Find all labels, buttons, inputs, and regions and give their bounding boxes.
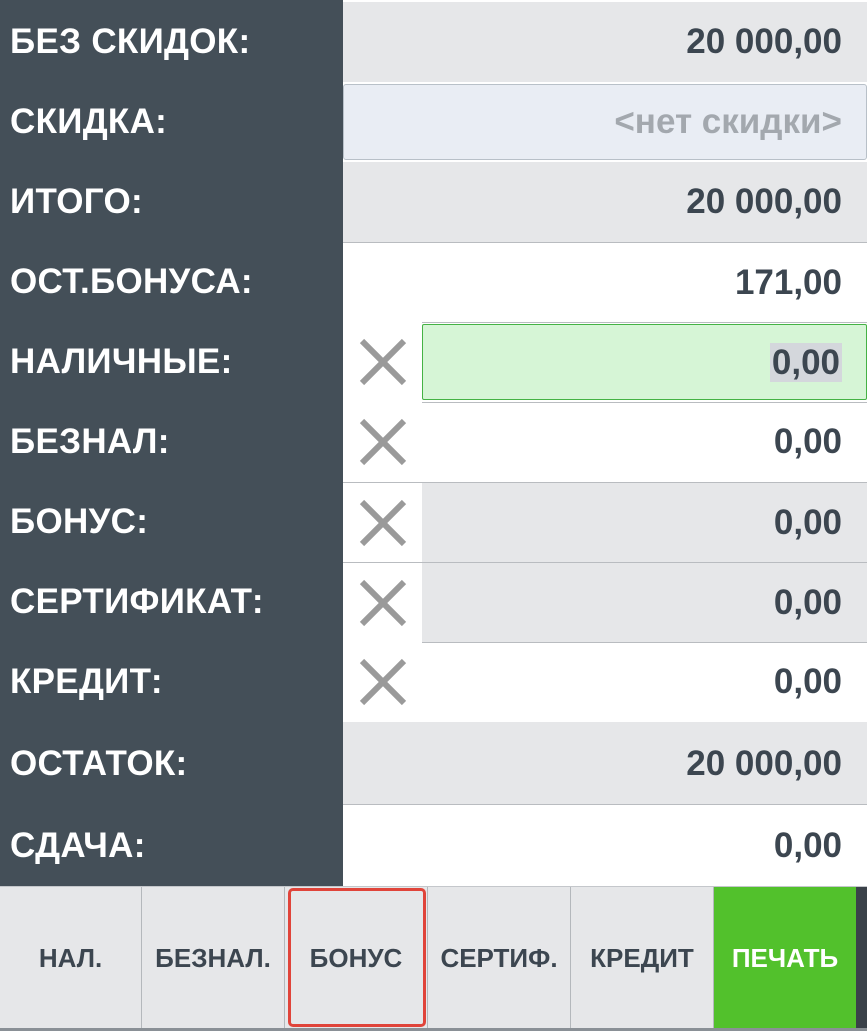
bonus-amount-field[interactable]: 0,00 xyxy=(422,482,867,562)
total-label: ИТОГО: xyxy=(10,182,143,221)
bonus-clear-button[interactable] xyxy=(343,482,422,563)
bonus-label: БОНУС: xyxy=(10,502,149,541)
certificate-clear-button[interactable] xyxy=(343,562,422,643)
noncash-clear-button[interactable] xyxy=(343,402,422,482)
total-row: 20 000,00 ИТОГО: xyxy=(0,162,867,242)
discount-label: СКИДКА: xyxy=(10,102,168,141)
cash-clear-button[interactable] xyxy=(343,322,422,402)
discount-row: СКИДКА: <нет скидки> xyxy=(0,82,867,162)
subtotal-value: 20 000,00 xyxy=(343,2,867,82)
credit-amount-field[interactable]: 0,00 xyxy=(422,642,867,722)
certificate-amount-field[interactable]: 0,00 xyxy=(422,562,867,642)
close-icon xyxy=(359,658,407,706)
noncash-amount-field[interactable]: 0,00 xyxy=(422,402,867,482)
credit-row: КРЕДИТ: 0,00 xyxy=(0,642,867,722)
certificate-label: СЕРТИФИКАТ: xyxy=(10,582,264,621)
tab-noncash[interactable]: БЕЗНАЛ. xyxy=(142,887,285,1030)
subtotal-row: 20 000,00 БЕЗ СКИДОК: xyxy=(0,2,867,82)
noncash-label: БЕЗНАЛ: xyxy=(10,422,170,461)
payment-type-tabs: НАЛ. БЕЗНАЛ. БОНУС СЕРТИФ. КРЕДИТ ПЕЧАТЬ xyxy=(0,886,867,1031)
tab-certificate[interactable]: СЕРТИФ. xyxy=(428,887,571,1030)
tab-bonus[interactable]: БОНУС xyxy=(285,887,428,1030)
bonus-balance-label: ОСТ.БОНУСА: xyxy=(10,262,253,301)
change-row: 0,00 СДАЧА: xyxy=(0,804,867,886)
credit-label: КРЕДИТ: xyxy=(10,662,163,701)
tab-bonus-label: БОНУС xyxy=(309,943,403,973)
remainder-row: 20 000,00 ОСТАТОК: xyxy=(0,722,867,804)
subtotal-label: БЕЗ СКИДОК: xyxy=(10,22,251,61)
change-label: СДАЧА: xyxy=(10,826,146,865)
print-button-label: ПЕЧАТЬ xyxy=(731,943,839,973)
bonus-balance-row: 171,00 ОСТ.БОНУСА: xyxy=(0,242,867,322)
change-value: 0,00 xyxy=(343,804,867,886)
close-icon xyxy=(359,338,407,386)
noncash-row: БЕЗНАЛ: 0,00 xyxy=(0,402,867,482)
bonus-row: БОНУС: 0,00 xyxy=(0,482,867,563)
remainder-value: 20 000,00 xyxy=(343,722,867,804)
tab-credit[interactable]: КРЕДИТ xyxy=(571,887,714,1030)
close-icon xyxy=(359,499,407,547)
total-value: 20 000,00 xyxy=(343,162,867,242)
cash-amount-field[interactable]: 0,00 xyxy=(422,324,867,400)
tab-cash[interactable]: НАЛ. xyxy=(0,887,142,1030)
credit-clear-button[interactable] xyxy=(343,642,422,722)
remainder-label: ОСТАТОК: xyxy=(10,744,188,783)
close-icon xyxy=(359,579,407,627)
cash-label: НАЛИЧНЫЕ: xyxy=(10,342,233,381)
discount-field[interactable]: <нет скидки> xyxy=(343,84,867,160)
cash-row: НАЛИЧНЫЕ: 0,00 xyxy=(0,322,867,402)
print-button[interactable]: ПЕЧАТЬ xyxy=(714,887,867,1030)
bonus-balance-value: 171,00 xyxy=(343,242,867,322)
payment-panel: 20 000,00 БЕЗ СКИДОК: СКИДКА: <нет скидк… xyxy=(0,0,867,1031)
cash-amount-value: 0,00 xyxy=(769,343,842,382)
close-icon xyxy=(359,418,407,466)
certificate-row: СЕРТИФИКАТ: 0,00 xyxy=(0,562,867,643)
